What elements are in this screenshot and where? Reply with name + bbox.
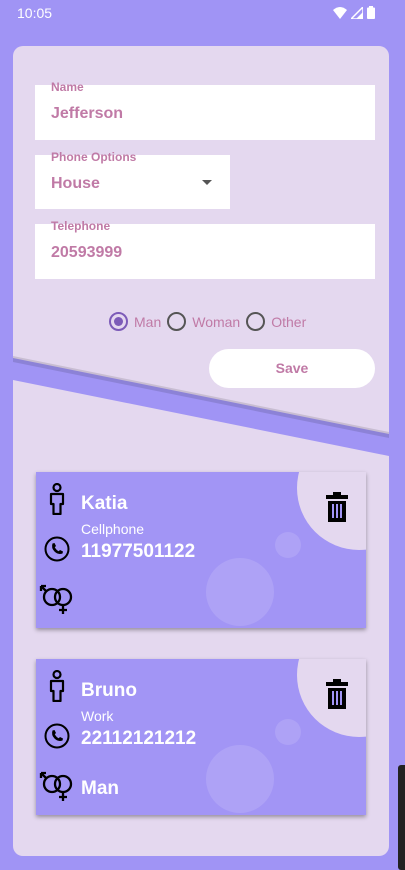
contact-phone: 11977501122	[81, 541, 196, 562]
radio-man[interactable]: Man	[109, 312, 161, 331]
signal-icon	[351, 6, 363, 19]
phone-options-select[interactable]: Phone Options House	[35, 150, 230, 209]
phone-icon	[44, 536, 70, 562]
gender-radio-group: Man Woman Other	[109, 312, 312, 331]
telephone-field[interactable]: Telephone 20593999	[35, 219, 375, 279]
save-button[interactable]: Save	[209, 349, 375, 388]
person-icon	[49, 670, 65, 702]
name-label: Name	[51, 80, 84, 94]
contact-card[interactable]: Katia Cellphone 11977501122	[36, 472, 366, 628]
radio-circle-woman[interactable]	[167, 312, 187, 331]
card-bubble-decoration	[206, 745, 274, 813]
contact-phone-type: Cellphone	[81, 521, 145, 537]
phone-icon	[44, 723, 70, 749]
scrollbar[interactable]	[398, 765, 405, 870]
trash-icon[interactable]	[326, 679, 348, 709]
radio-label-man: Man	[134, 313, 162, 330]
radio-woman[interactable]: Woman	[167, 312, 240, 331]
name-field[interactable]: Name Jefferson	[35, 80, 375, 140]
status-icons	[333, 6, 375, 19]
gender-icon	[39, 584, 73, 614]
status-time: 10:05	[17, 5, 53, 21]
form-panel: Name Jefferson Phone Options House Telep…	[13, 46, 389, 856]
dropdown-arrow-icon[interactable]	[202, 180, 212, 185]
status-bar: 10:05	[0, 0, 405, 26]
contact-name: Katia	[81, 493, 128, 514]
radio-circle-other[interactable]	[246, 312, 266, 331]
phone-options-value[interactable]: House	[51, 175, 100, 193]
contact-name: Bruno	[81, 680, 137, 701]
card-bubble-decoration	[275, 532, 301, 558]
card-bubble-decoration	[206, 558, 274, 626]
radio-circle-man[interactable]	[109, 312, 128, 331]
telephone-value[interactable]: 20593999	[51, 244, 122, 262]
card-bubble-decoration	[275, 719, 301, 745]
name-value[interactable]: Jefferson	[51, 105, 123, 123]
gender-icon	[39, 771, 73, 801]
radio-label-other: Other	[271, 313, 307, 330]
phone-options-label: Phone Options	[51, 150, 137, 164]
contact-gender: Man	[81, 778, 119, 799]
telephone-label: Telephone	[51, 219, 111, 233]
battery-icon	[367, 6, 375, 19]
contact-phone: 22112121212	[81, 728, 197, 749]
wifi-icon	[333, 6, 347, 19]
trash-icon[interactable]	[326, 492, 348, 522]
radio-other[interactable]: Other	[246, 312, 306, 331]
contact-card[interactable]: Bruno Work 22112121212 Man	[36, 659, 366, 815]
person-icon	[49, 483, 65, 515]
radio-label-woman: Woman	[192, 313, 241, 330]
contact-phone-type: Work	[81, 708, 114, 724]
